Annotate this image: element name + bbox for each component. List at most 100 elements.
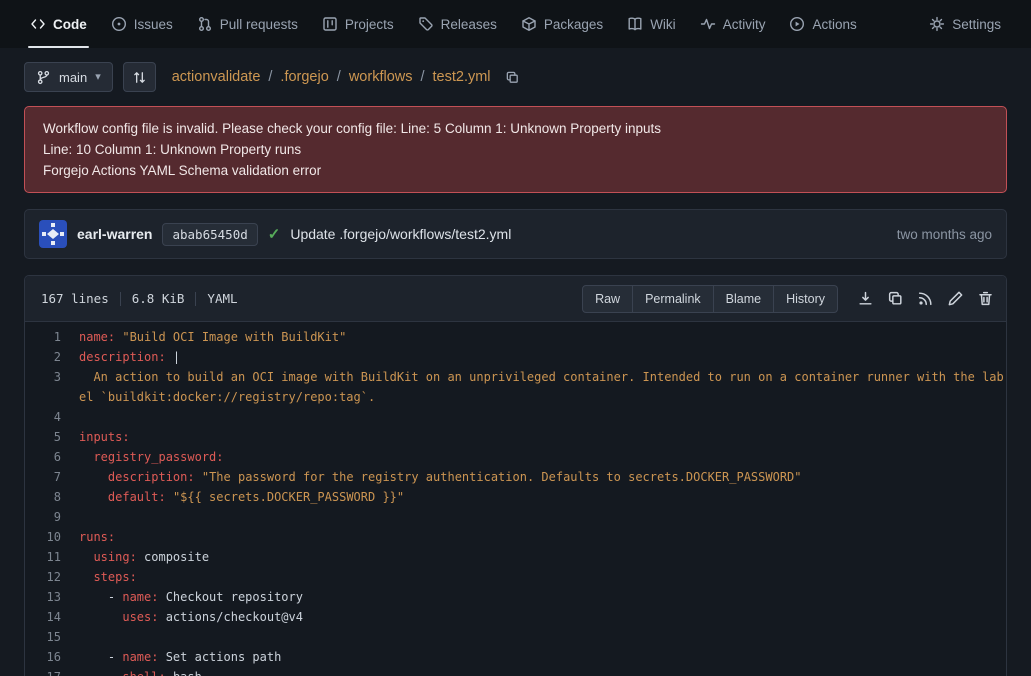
code-view: 1name: "Build OCI Image with BuildKit"2 d…: [25, 322, 1006, 676]
file-meta: 167 lines 6.8 KiB YAML: [41, 291, 238, 306]
tab-activity[interactable]: Activity: [688, 0, 778, 48]
avatar[interactable]: [39, 220, 67, 248]
line-content: runs:: [69, 527, 1006, 547]
branch-selector[interactable]: main ▾: [24, 62, 113, 92]
code-line: 14 uses: actions/checkout@v4: [25, 607, 1006, 627]
chevron-down-icon: ▾: [95, 72, 101, 83]
file-view: 167 lines 6.8 KiB YAML Raw Permalink Bla…: [24, 275, 1007, 676]
rss-feed-button[interactable]: [917, 290, 934, 307]
copy-content-button[interactable]: [887, 290, 904, 307]
line-content: description: "The password for the regis…: [69, 467, 1006, 487]
line-number[interactable]: 3: [25, 367, 69, 407]
line-content: name: "Build OCI Image with BuildKit": [69, 327, 1006, 347]
line-number[interactable]: 8: [25, 487, 69, 507]
tab-label: Wiki: [650, 17, 676, 32]
copy-path-button[interactable]: [503, 68, 522, 87]
line-number[interactable]: 5: [25, 427, 69, 447]
line-number[interactable]: 9: [25, 507, 69, 527]
code-line: 7 description: "The password for the reg…: [25, 467, 1006, 487]
line-number[interactable]: 4: [25, 407, 69, 427]
error-banner: Workflow config file is invalid. Please …: [24, 106, 1007, 193]
tab-issues[interactable]: Issues: [99, 0, 185, 48]
tab-label: Packages: [544, 17, 603, 32]
commit-author[interactable]: earl-warren: [77, 226, 152, 242]
line-number[interactable]: 7: [25, 467, 69, 487]
code-line: 12 steps:: [25, 567, 1006, 587]
code-line: 4: [25, 407, 1006, 427]
tab-label: Activity: [723, 17, 766, 32]
line-content: [69, 507, 1006, 527]
code-line: 15: [25, 627, 1006, 647]
line-content: shell: bash: [69, 667, 1006, 676]
tab-label: Issues: [134, 17, 173, 32]
raw-button[interactable]: Raw: [582, 285, 633, 313]
breadcrumb: actionvalidate/.forgejo/workflows/test2.…: [172, 69, 491, 85]
edit-file-button[interactable]: [947, 290, 964, 307]
line-content: default: "${{ secrets.DOCKER_PASSWORD }}…: [69, 487, 1006, 507]
file-line-count: 167 lines: [41, 291, 109, 306]
line-content: steps:: [69, 567, 1006, 587]
tab-actions[interactable]: Actions: [777, 0, 868, 48]
line-number[interactable]: 14: [25, 607, 69, 627]
line-number[interactable]: 11: [25, 547, 69, 567]
commit-sha[interactable]: abab65450d: [162, 223, 257, 246]
commit-status-success-icon[interactable]: ✓: [268, 225, 281, 243]
blame-button[interactable]: Blame: [714, 285, 774, 313]
line-content: using: composite: [69, 547, 1006, 567]
delete-file-button[interactable]: [977, 290, 994, 307]
project-icon: [322, 16, 338, 32]
tab-pull-requests[interactable]: Pull requests: [185, 0, 310, 48]
line-number[interactable]: 13: [25, 587, 69, 607]
tab-packages[interactable]: Packages: [509, 0, 615, 48]
line-content: [69, 407, 1006, 427]
file-size: 6.8 KiB: [132, 291, 185, 306]
line-number[interactable]: 2: [25, 347, 69, 367]
book-icon: [627, 16, 643, 32]
line-number[interactable]: 12: [25, 567, 69, 587]
breadcrumb-item[interactable]: actionvalidate: [172, 69, 261, 85]
identicon: [39, 220, 67, 248]
issue-icon: [111, 16, 127, 32]
tab-projects[interactable]: Projects: [310, 0, 406, 48]
download-button[interactable]: [857, 290, 874, 307]
line-number[interactable]: 1: [25, 327, 69, 347]
tag-icon: [418, 16, 434, 32]
error-line: Workflow config file is invalid. Please …: [43, 118, 988, 139]
tab-wiki[interactable]: Wiki: [615, 0, 688, 48]
copy-icon: [505, 70, 520, 85]
breadcrumb-separator: /: [337, 69, 341, 85]
breadcrumb-item[interactable]: .forgejo: [280, 69, 328, 85]
line-number[interactable]: 16: [25, 647, 69, 667]
breadcrumb-separator: /: [268, 69, 272, 85]
line-number[interactable]: 17: [25, 667, 69, 676]
rss-icon: [917, 290, 934, 307]
pencil-icon: [947, 290, 964, 307]
permalink-button[interactable]: Permalink: [633, 285, 714, 313]
file-toolbar: main ▾ actionvalidate / .forgejo / workflows…: [0, 48, 1031, 104]
tab-settings[interactable]: Settings: [917, 0, 1013, 48]
package-icon: [521, 16, 537, 32]
line-number[interactable]: 15: [25, 627, 69, 647]
compare-button[interactable]: [123, 62, 156, 92]
line-content: - name: Checkout repository: [69, 587, 1006, 607]
code-line: 3 An action to build an OCI image with B…: [25, 367, 1006, 407]
breadcrumb-item[interactable]: workflows: [349, 69, 413, 85]
code-line: 10runs:: [25, 527, 1006, 547]
breadcrumb-item[interactable]: test2.yml: [433, 69, 491, 85]
tab-releases[interactable]: Releases: [406, 0, 509, 48]
branch-icon: [36, 70, 51, 85]
tab-code[interactable]: Code: [18, 0, 99, 48]
commit-message[interactable]: Update .forgejo/workflows/test2.yml: [290, 226, 511, 242]
file-language: YAML: [207, 291, 237, 306]
divider: [120, 292, 121, 306]
line-number[interactable]: 10: [25, 527, 69, 547]
tab-label: Projects: [345, 17, 394, 32]
code-line: 11 using: composite: [25, 547, 1006, 567]
tab-label: Releases: [441, 17, 497, 32]
line-content: [69, 627, 1006, 647]
compare-icon: [132, 70, 147, 85]
code-line: 17 shell: bash: [25, 667, 1006, 676]
line-number[interactable]: 6: [25, 447, 69, 467]
history-button[interactable]: History: [774, 285, 838, 313]
error-line: Forgejo Actions YAML Schema validation e…: [43, 160, 988, 181]
